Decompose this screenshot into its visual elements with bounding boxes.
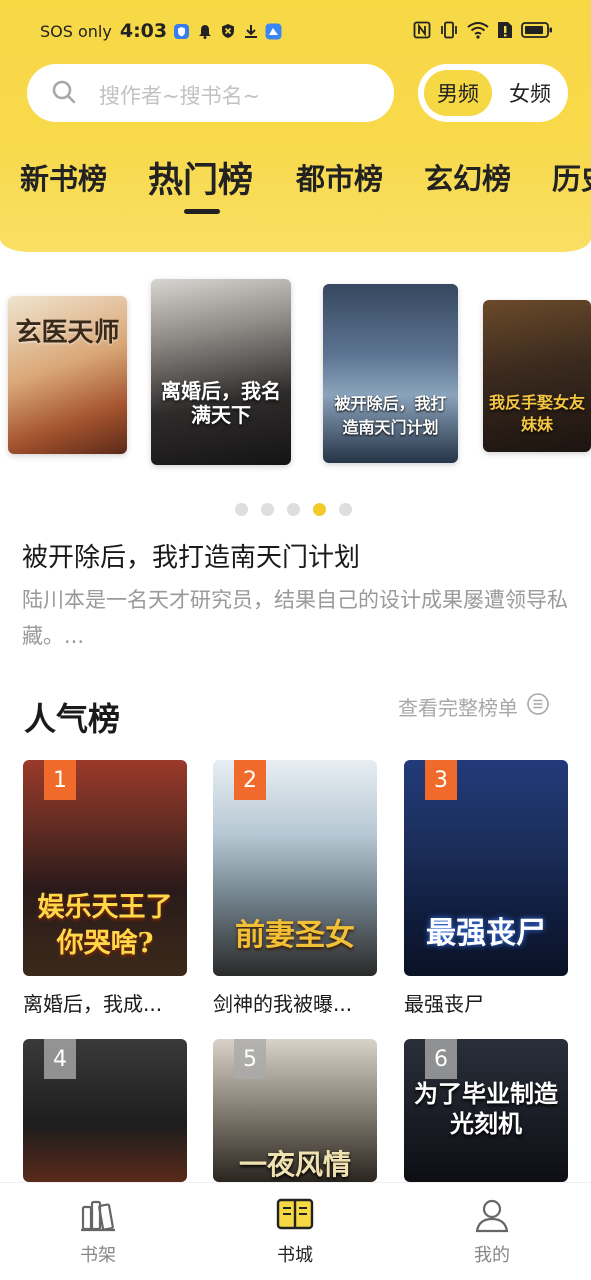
- nav-label: 我的: [474, 1245, 510, 1266]
- shield-icon: [173, 23, 190, 40]
- section-title: 人气榜: [24, 700, 121, 738]
- carousel-cover[interactable]: 被开除后，我打造南天门计划: [323, 284, 458, 463]
- open-book-icon: [276, 1198, 314, 1237]
- sim-alert-icon: [497, 21, 513, 43]
- carrier-text: SOS only: [40, 21, 112, 41]
- tab-hot[interactable]: 热门榜: [148, 156, 253, 203]
- tab-urban[interactable]: 都市榜: [296, 156, 383, 198]
- featured-book-title[interactable]: 被开除后，我打造南天门计划: [22, 537, 360, 574]
- rank-badge: 2: [234, 760, 266, 800]
- book-cover[interactable]: 1 娱乐天王了你哭啥?: [23, 760, 187, 976]
- list-icon: [526, 692, 550, 721]
- vibrate-icon: [439, 21, 459, 43]
- book-card[interactable]: 2 前妻圣女 剑神的我被曝...: [213, 760, 377, 1016]
- male-channel-button[interactable]: 男频: [424, 70, 492, 116]
- pagination-dot[interactable]: [235, 503, 248, 516]
- app-notification-icon: [265, 23, 282, 40]
- bottom-navigation: 书架 书城 我的: [0, 1182, 591, 1280]
- carousel-cover[interactable]: 我反手娶女友妹妹: [483, 300, 591, 452]
- nav-label: 书城: [277, 1245, 313, 1266]
- pagination-dot[interactable]: [339, 503, 352, 516]
- tab-history[interactable]: 历史: [552, 156, 591, 198]
- search-placeholder: 搜作者~搜书名~: [99, 84, 261, 108]
- status-bar: SOS only 4:03: [0, 18, 591, 50]
- ranking-tabs: 新书榜 热门榜 都市榜 玄幻榜 历史: [0, 156, 591, 216]
- rank-badge: 5: [234, 1039, 266, 1079]
- view-full-list-link[interactable]: 查看完整榜单: [398, 692, 550, 721]
- download-icon: [242, 23, 259, 40]
- nav-profile[interactable]: 我的: [452, 1197, 532, 1267]
- profile-icon: [473, 1199, 511, 1237]
- book-cover[interactable]: 2 前妻圣女: [213, 760, 377, 976]
- carousel-cover[interactable]: 离婚后，我名满天下: [151, 279, 291, 465]
- gender-toggle: 男频 女频: [418, 64, 568, 122]
- female-channel-button[interactable]: 女频: [496, 70, 564, 116]
- book-card[interactable]: 5 一夜风情: [213, 1039, 377, 1182]
- tab-fantasy[interactable]: 玄幻榜: [424, 156, 511, 198]
- featured-book-description: 陆川本是一名天才研究员，结果自己的设计成果屡遭领导私藏。...: [22, 588, 568, 648]
- rank-badge: 1: [44, 760, 76, 800]
- book-card[interactable]: 3 最强丧尸 最强丧尸: [404, 760, 568, 1016]
- book-card[interactable]: 6 为了毕业制造光刻机: [404, 1039, 568, 1182]
- rank-badge: 4: [44, 1039, 76, 1079]
- bell-icon: [196, 23, 213, 40]
- nav-bookstore[interactable]: 书城: [255, 1197, 335, 1267]
- view-full-list-label: 查看完整榜单: [398, 696, 518, 720]
- book-cover[interactable]: 6 为了毕业制造光刻机: [404, 1039, 568, 1182]
- battery-icon: [521, 21, 553, 43]
- book-cover[interactable]: 3 最强丧尸: [404, 760, 568, 976]
- nav-label: 书架: [80, 1245, 116, 1266]
- book-title: 剑神的我被曝...: [213, 992, 353, 1016]
- nav-bookshelf[interactable]: 书架: [58, 1197, 138, 1267]
- search-icon: [51, 79, 77, 109]
- book-title: 最强丧尸: [404, 992, 484, 1016]
- pagination-dot-active[interactable]: [313, 503, 326, 516]
- rank-badge: 6: [425, 1039, 457, 1079]
- clock: 4:03: [119, 20, 168, 42]
- featured-carousel[interactable]: 玄医天师 离婚后，我名满天下 被开除后，我打造南天门计划 我反手娶女友妹妹: [0, 270, 591, 480]
- book-card[interactable]: 1 娱乐天王了你哭啥? 离婚后，我成...: [23, 760, 187, 1016]
- pagination-dot[interactable]: [287, 503, 300, 516]
- book-card[interactable]: 4: [23, 1039, 187, 1182]
- carousel-pagination: [235, 503, 352, 516]
- rank-badge: 3: [425, 760, 457, 800]
- search-bar[interactable]: 搜作者~搜书名~: [27, 64, 394, 122]
- book-title: 离婚后，我成...: [23, 992, 163, 1016]
- active-tab-indicator: [184, 209, 220, 214]
- bookshelf-icon: [79, 1200, 117, 1237]
- book-cover[interactable]: 4: [23, 1039, 187, 1182]
- tab-new-books[interactable]: 新书榜: [20, 156, 107, 198]
- wifi-icon: [467, 21, 489, 43]
- pagination-dot[interactable]: [261, 503, 274, 516]
- security-icon: [219, 23, 236, 40]
- book-cover[interactable]: 5 一夜风情: [213, 1039, 377, 1182]
- carousel-cover[interactable]: 玄医天师: [8, 296, 127, 454]
- nfc-icon: [413, 21, 431, 43]
